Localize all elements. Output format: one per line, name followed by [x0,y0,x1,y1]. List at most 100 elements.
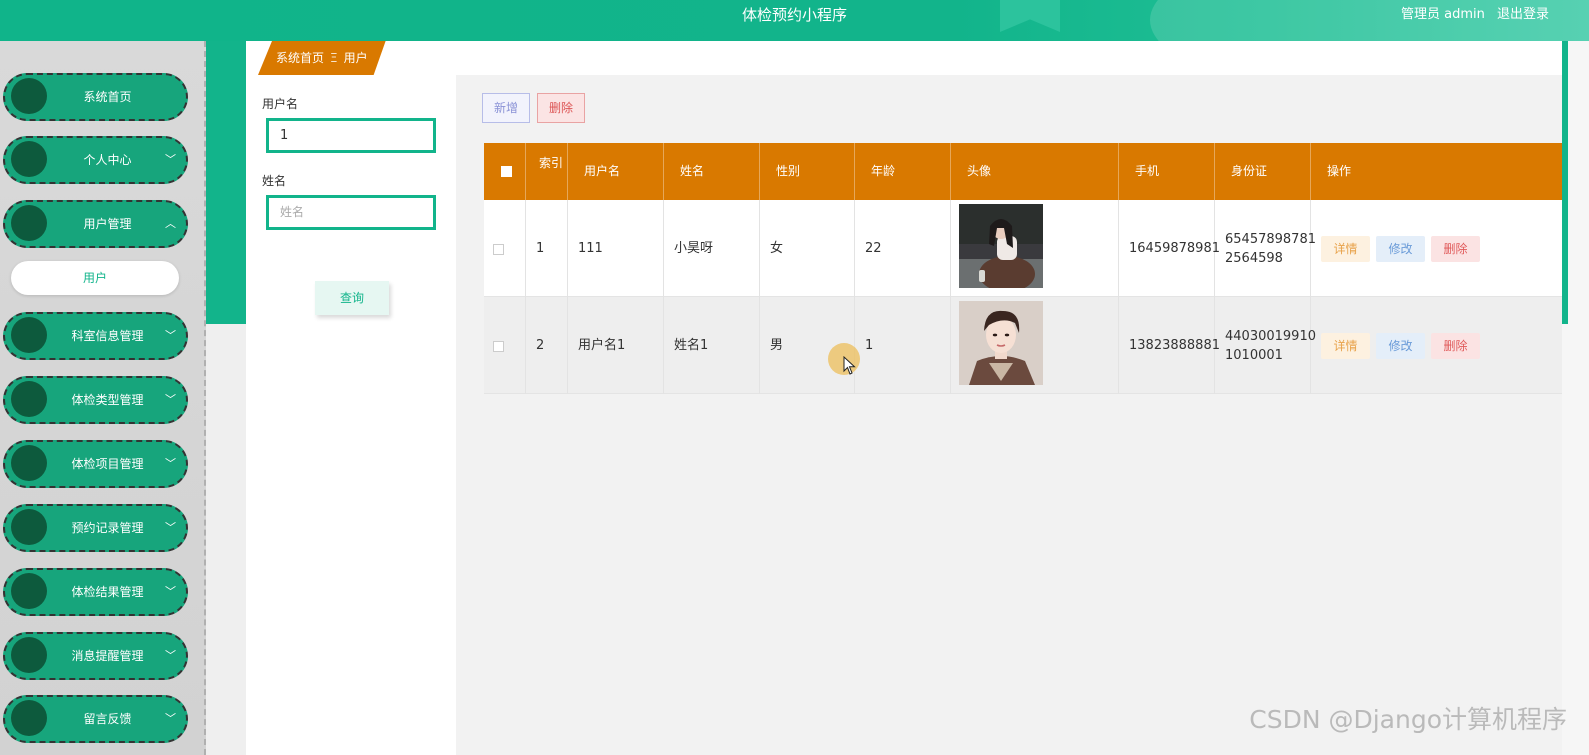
username-label: 用户名 [262,97,299,111]
delete-button[interactable]: 删除 [1431,236,1480,262]
cell-name: 小昊呀 [664,200,760,297]
username-input[interactable]: 1 [266,118,436,153]
table-header: 索引 用户名 姓名 性别 年龄 头像 手机 身份证 操作 [484,143,1562,200]
nav-dot-icon [11,700,47,736]
idcard-line: 44030019910 [1225,329,1316,344]
name-label: 姓名 [262,174,287,188]
bulk-delete-button[interactable]: 删除 [537,93,585,123]
idcard-line: 1010001 [1225,348,1283,363]
sidebar-item-label: 系统首页 [83,90,132,104]
nav-dot-icon [11,381,47,417]
query-button[interactable]: 查询 [315,281,389,315]
sidebar-item-message[interactable]: 消息提醒管理 ﹀ [3,632,188,680]
select-all-cell [484,143,526,200]
breadcrumb-home[interactable]: 系统首页 [276,51,324,65]
cell-idcard: 65457898781 2564598 [1215,200,1316,297]
row-select-cell [484,200,526,297]
column-header-phone: 手机 [1119,143,1215,200]
search-panel: 用户名 1 姓名 姓名 查询 [246,75,456,755]
cell-ops: 详情 修改 删除 [1311,200,1562,297]
sidebar-item-exam-item[interactable]: 体检项目管理 ﹀ [3,440,188,488]
chevron-down-icon: ﹀ [165,712,176,725]
edit-button[interactable]: 修改 [1376,236,1425,262]
mouse-pointer-icon [843,356,856,375]
cell-ops: 详情 修改 删除 [1311,297,1562,394]
avatar-image [959,301,1043,385]
cell-avatar [951,297,1119,394]
sidebar-item-label: 体检类型管理 [71,393,144,407]
sidebar-item-feedback[interactable]: 留言反馈 ﹀ [3,695,188,743]
chevron-up-icon: ︿ [165,217,176,230]
user-info: 管理员 admin 退出登录 [1393,0,1549,30]
sidebar-item-home[interactable]: 系统首页 [3,73,188,121]
app-title: 体检预约小程序 [741,6,847,24]
scroll-edge [1562,41,1589,755]
cell-avatar [951,200,1119,297]
breadcrumb-current: 用户 [343,51,368,65]
row-checkbox[interactable] [493,341,504,352]
nav-dot-icon [11,205,47,241]
cell-index: 1 [526,200,568,297]
sidebar-item-personal-center[interactable]: 个人中心 ﹀ [3,136,188,184]
sidebar-item-label: 用户管理 [83,217,132,231]
sidebar-subitem-user[interactable]: 用户 [11,261,179,295]
column-header-age: 年龄 [855,143,951,200]
sidebar-item-label: 留言反馈 [83,712,132,726]
cell-age: 22 [855,200,951,297]
chevron-down-icon: ﹀ [165,585,176,598]
row-checkbox[interactable] [493,244,504,255]
chevron-down-icon: ﹀ [165,393,176,406]
detail-button[interactable]: 详情 [1321,333,1370,359]
delete-button[interactable]: 删除 [1431,333,1480,359]
admin-label: 管理员 admin [1400,7,1485,22]
sidebar-item-exam-type[interactable]: 体检类型管理 ﹀ [3,376,188,424]
watermark-text: CSDN @Django计算机程序 [1249,705,1567,734]
sidebar-item-label: 体检结果管理 [71,585,144,599]
logout-link[interactable]: 退出登录 [1497,7,1549,22]
breadcrumb-separator-icon: Ξ [330,51,338,65]
select-all-checkbox[interactable] [501,166,512,177]
cell-phone: 13823888881 [1119,297,1220,394]
sidebar-item-label: 个人中心 [83,153,132,167]
column-header-username: 用户名 [568,143,664,200]
chevron-down-icon: ﹀ [165,457,176,470]
column-header-idcard: 身份证 [1215,143,1311,200]
column-header-index: 索引 [526,143,568,200]
sidebar-item-department[interactable]: 科室信息管理 ﹀ [3,312,188,360]
add-button[interactable]: 新增 [482,93,530,123]
idcard-line: 2564598 [1225,251,1283,266]
sidebar-item-appointment[interactable]: 预约记录管理 ﹀ [3,504,188,552]
name-input[interactable]: 姓名 [266,195,436,230]
cell-idcard: 44030019910 1010001 [1215,297,1316,394]
chevron-down-icon: ﹀ [165,521,176,534]
sidebar-item-exam-result[interactable]: 体检结果管理 ﹀ [3,568,188,616]
nav-dot-icon [11,573,47,609]
edit-button[interactable]: 修改 [1376,333,1425,359]
chevron-down-icon: ﹀ [165,153,176,166]
nav-dot-icon [11,78,47,114]
nav-dot-icon [11,637,47,673]
cell-index: 2 [526,297,568,394]
main-content: 系统首页 Ξ 用户 用户名 1 姓名 姓名 查询 新增 删除 索引 用户名 姓名 性… [246,41,1562,755]
table-row: 1 111 小昊呀 女 22 16459878981 65457898781 2… [484,200,1562,297]
chevron-down-icon: ﹀ [165,329,176,342]
table-row: 2 用户名1 姓名1 男 1 13823888881 44030019910 1… [484,297,1562,394]
sidebar-item-label: 体检项目管理 [71,457,144,471]
column-header-name: 姓名 [664,143,760,200]
cell-age: 1 [855,297,951,394]
sidebar-item-user-management[interactable]: 用户管理 ︿ [3,200,188,248]
breadcrumb-bar: 系统首页 Ξ 用户 [246,41,1562,75]
cell-username: 用户名1 [568,297,664,394]
cell-username: 111 [568,200,664,297]
row-select-cell [484,297,526,394]
column-header-ops: 操作 [1327,164,1352,178]
nav-dot-icon [11,317,47,353]
chevron-down-icon: ﹀ [165,649,176,662]
breadcrumb: 系统首页 Ξ 用户 [258,41,386,75]
column-header-avatar: 头像 [951,143,1119,200]
avatar-image [959,204,1043,288]
sidebar-item-label: 科室信息管理 [71,329,144,343]
sidebar-item-label: 预约记录管理 [71,521,144,535]
detail-button[interactable]: 详情 [1321,236,1370,262]
idcard-line: 65457898781 [1225,232,1316,247]
